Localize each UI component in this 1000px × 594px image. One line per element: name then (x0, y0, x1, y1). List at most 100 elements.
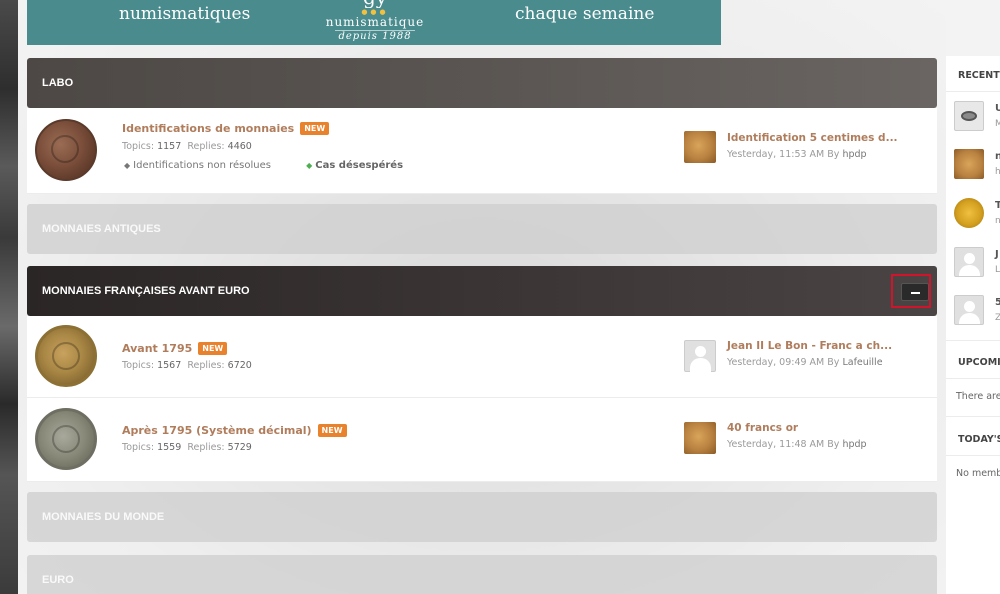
last-post-time: Yesterday, 11:53 AM (727, 149, 825, 160)
recent-topics-heading: RECENT (958, 70, 1000, 81)
recent-avatar[interactable] (954, 101, 984, 131)
right-sidebar: RECENT U M n h T n J L 5 Z UPCOMI There … (946, 56, 1000, 594)
forum-title-text[interactable]: Avant 1795 (122, 342, 192, 355)
banner-logo: gy ●●● numismatique depuis 1988 (323, 0, 427, 43)
forum-title-text[interactable]: Identifications de monnaies (122, 122, 294, 135)
recent-topic-title[interactable]: T (995, 200, 1000, 211)
avatar-placeholder-head (695, 346, 706, 357)
topics-count: 1567 (157, 360, 182, 371)
last-post-meta: Yesterday, 11:48 AM By hpdp (727, 439, 867, 450)
recent-topic-meta: M (995, 119, 1000, 129)
last-post-title[interactable]: Jean II Le Bon - Franc a ch... (727, 340, 892, 352)
last-poster-avatar[interactable] (684, 131, 716, 163)
category-header-monnaies-du-monde[interactable]: MONNAIES DU MONDE (27, 492, 937, 542)
new-badge: NEW (317, 424, 347, 437)
forum-icon-coin (35, 119, 97, 181)
ad-banner[interactable]: numismatiques gy ●●● numismatique depuis… (27, 0, 721, 45)
coin-detail (52, 425, 80, 453)
upcoming-events-text: There are (956, 391, 1000, 402)
last-poster-avatar[interactable] (684, 422, 716, 454)
subforum-link[interactable]: ◆ Cas désespérés (306, 160, 419, 171)
forum-row[interactable]: Après 1795 (Système décimal) NEW Topics: … (27, 398, 937, 482)
subforum-label[interactable]: Cas désespérés (315, 160, 403, 171)
recent-topic-meta: n (995, 216, 1000, 226)
category-header-labo[interactable]: LABO (27, 58, 937, 108)
recent-avatar[interactable] (954, 247, 984, 277)
last-poster-avatar[interactable] (684, 340, 716, 372)
forum-title[interactable]: Avant 1795 NEW (122, 342, 228, 355)
subforum-link[interactable]: ◆ Identifications non résolues (124, 160, 287, 171)
todays-birthdays-text: No memb (956, 468, 1000, 479)
category-title[interactable]: MONNAIES DU MONDE (42, 511, 164, 523)
avatar-image (961, 111, 977, 121)
topics-label: Topics: (122, 141, 155, 152)
category-header-monnaies-francaises[interactable]: MONNAIES FRANÇAISES AVANT EURO (27, 266, 937, 316)
forum-row[interactable]: Identifications de monnaies NEW Topics: 1… (27, 108, 937, 194)
recent-topic-meta: L (995, 265, 1000, 275)
avatar-placeholder-head (964, 253, 975, 264)
last-post-by: By (827, 149, 840, 160)
replies-label: Replies: (187, 360, 225, 371)
last-post-by: By (827, 357, 840, 368)
forum-row[interactable]: Avant 1795 NEW Topics: 1567 Replies: 6720… (27, 316, 937, 398)
new-badge: NEW (300, 122, 330, 135)
last-post-time: Yesterday, 09:49 AM (727, 357, 825, 368)
upcoming-events-heading: UPCOMI (958, 357, 1000, 368)
forum-title[interactable]: Identifications de monnaies NEW (122, 122, 330, 135)
divider (946, 378, 1000, 379)
forum-stats: Topics: 1157 Replies: 4460 (122, 141, 252, 152)
last-post-meta: Yesterday, 09:49 AM By Lafeuille (727, 357, 883, 368)
recent-topic-title[interactable]: 5 (995, 297, 1000, 308)
subforum-read-icon: ◆ (124, 161, 131, 170)
collapse-button[interactable] (901, 283, 929, 301)
recent-topic-title[interactable]: J (995, 249, 999, 260)
avatar-placeholder-body (959, 313, 980, 324)
recent-topic-title[interactable]: n (995, 151, 1000, 162)
banner-right-text: chaque semaine (515, 4, 655, 24)
subforum-label[interactable]: Identifications non résolues (133, 160, 271, 171)
topics-label: Topics: (122, 442, 155, 453)
recent-topic-meta: Z (995, 313, 1000, 323)
banner-left-text: numismatiques (119, 4, 251, 24)
last-post-time: Yesterday, 11:48 AM (727, 439, 825, 450)
topics-count: 1559 (157, 442, 182, 453)
coin-detail (51, 135, 79, 163)
divider (946, 340, 1000, 341)
highlight-box (891, 274, 931, 308)
background-photo-strip (0, 0, 18, 594)
subforum-list: ◆ Identifications non résolues ◆ Cas déses… (124, 160, 435, 171)
recent-topic-title[interactable]: U (995, 103, 1000, 114)
todays-birthdays-heading: TODAY'S (958, 434, 1000, 445)
recent-avatar[interactable] (954, 198, 984, 228)
recent-avatar[interactable] (954, 295, 984, 325)
topics-label: Topics: (122, 360, 155, 371)
last-post-user[interactable]: hpdp (842, 439, 866, 450)
category-title[interactable]: MONNAIES ANTIQUES (42, 223, 161, 235)
category-header-monnaies-antiques[interactable]: MONNAIES ANTIQUES (27, 204, 937, 254)
category-header-euro[interactable]: EURO (27, 555, 937, 594)
last-post-user[interactable]: Lafeuille (842, 357, 882, 368)
forum-stats: Topics: 1567 Replies: 6720 (122, 360, 252, 371)
last-post-title[interactable]: 40 francs or (727, 422, 798, 434)
forum-stats: Topics: 1559 Replies: 5729 (122, 442, 252, 453)
forum-title-text[interactable]: Après 1795 (Système décimal) (122, 424, 312, 437)
banner-logo-name: numismatique (325, 15, 425, 29)
category-title[interactable]: LABO (42, 77, 73, 89)
avatar-placeholder-head (964, 301, 975, 312)
replies-label: Replies: (187, 442, 225, 453)
last-post-user[interactable]: hpdp (842, 149, 866, 160)
replies-count: 4460 (227, 141, 252, 152)
coin-detail (52, 342, 80, 370)
recent-avatar[interactable] (954, 149, 984, 179)
subforum-unread-icon: ◆ (306, 161, 313, 170)
avatar-placeholder-body (959, 265, 980, 276)
forum-title[interactable]: Après 1795 (Système décimal) NEW (122, 424, 347, 437)
forum-icon-coin (35, 408, 97, 470)
new-badge: NEW (198, 342, 228, 355)
banner-logo-since: depuis 1988 (335, 30, 415, 43)
category-title[interactable]: MONNAIES FRANÇAISES AVANT EURO (42, 285, 250, 297)
last-post-title[interactable]: Identification 5 centimes d... (727, 132, 898, 144)
last-post-meta: Yesterday, 11:53 AM By hpdp (727, 149, 867, 160)
replies-label: Replies: (187, 141, 225, 152)
category-title[interactable]: EURO (42, 574, 74, 586)
